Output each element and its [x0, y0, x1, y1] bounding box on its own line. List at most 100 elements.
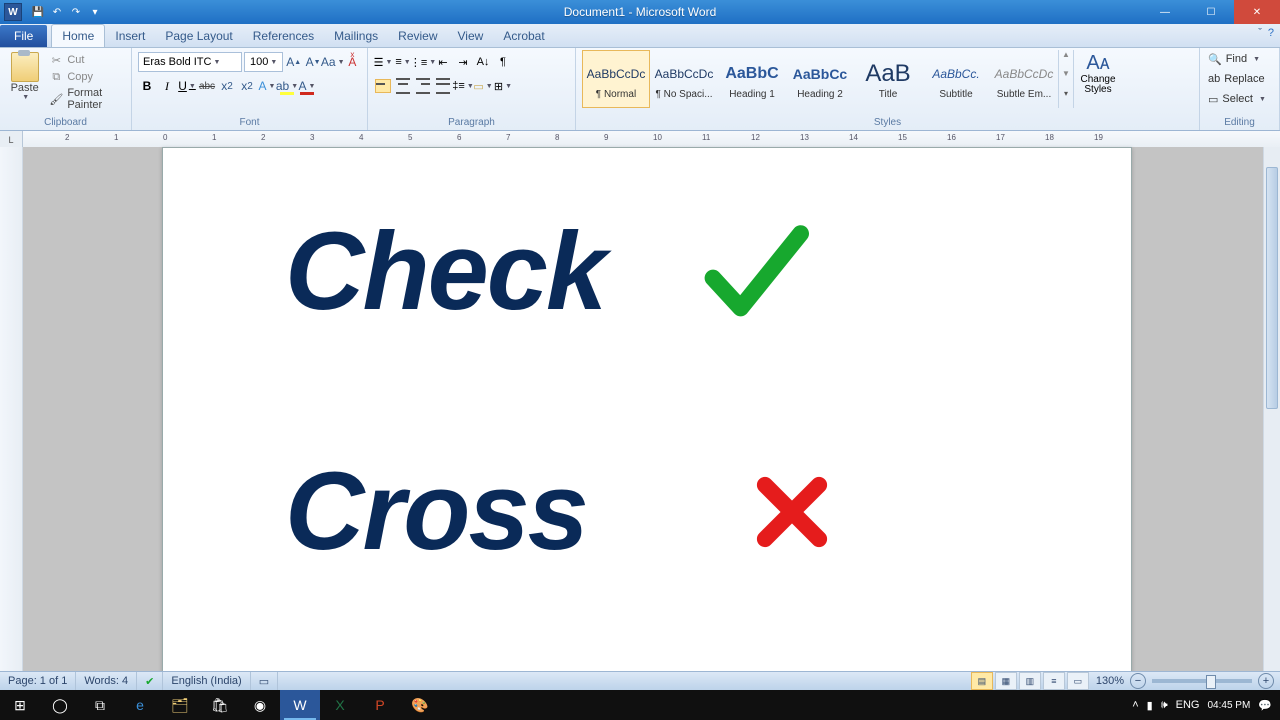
status-proofing[interactable]: ✔: [137, 672, 163, 690]
sort-button[interactable]: A↓: [474, 53, 492, 71]
zoom-slider[interactable]: [1152, 679, 1252, 683]
replace-button[interactable]: abReplace: [1206, 70, 1273, 88]
style-heading2[interactable]: AaBbCcHeading 2: [786, 50, 854, 108]
tab-file[interactable]: File: [0, 25, 47, 47]
multilevel-list-button[interactable]: ⋮≡▼: [414, 53, 432, 71]
print-layout-view[interactable]: ▤: [971, 672, 993, 690]
italic-button[interactable]: I: [158, 76, 176, 96]
paste-button[interactable]: Paste ▼: [6, 50, 43, 108]
chrome-icon[interactable]: ◉: [240, 690, 280, 720]
tray-chevron-icon[interactable]: ˄: [1132, 699, 1138, 711]
superscript-button[interactable]: x2: [238, 76, 256, 96]
outline-view[interactable]: ≡: [1043, 672, 1065, 690]
grow-font-button[interactable]: A▲: [285, 52, 302, 72]
undo-icon[interactable]: ↶: [49, 4, 65, 20]
help-icon[interactable]: ?: [1268, 27, 1274, 39]
close-button[interactable]: ✕: [1234, 0, 1280, 24]
file-explorer-icon[interactable]: 🗂: [160, 690, 200, 720]
tab-view[interactable]: View: [448, 25, 494, 47]
style-subtle-em[interactable]: AaBbCcDcSubtle Em...: [990, 50, 1058, 108]
word-taskbar-icon[interactable]: W: [280, 690, 320, 720]
align-center-button[interactable]: [394, 77, 412, 95]
zoom-level[interactable]: 130%: [1090, 675, 1130, 687]
tray-lang[interactable]: ENG: [1176, 699, 1200, 711]
align-left-button[interactable]: [374, 77, 392, 95]
style-title[interactable]: AaBTitle: [854, 50, 922, 108]
tab-acrobat[interactable]: Acrobat: [493, 25, 554, 47]
cortana-button[interactable]: ◯: [40, 690, 80, 720]
network-icon[interactable]: 🕪: [1161, 699, 1168, 712]
style-heading1[interactable]: AaBbCHeading 1: [718, 50, 786, 108]
bold-button[interactable]: B: [138, 76, 156, 96]
document-page[interactable]: Check Cross: [162, 147, 1132, 709]
vertical-scrollbar[interactable]: [1263, 147, 1280, 702]
strikethrough-button[interactable]: abc: [198, 76, 216, 96]
justify-button[interactable]: [434, 77, 452, 95]
tab-review[interactable]: Review: [388, 25, 447, 47]
status-insert-mode[interactable]: ▭: [251, 672, 278, 690]
paint-icon[interactable]: 🎨: [400, 690, 440, 720]
borders-button[interactable]: ⊞▼: [494, 77, 512, 95]
styles-gallery-scroll[interactable]: ▲▼▾: [1058, 50, 1073, 108]
tab-insert[interactable]: Insert: [105, 25, 155, 47]
powerpoint-icon[interactable]: P: [360, 690, 400, 720]
vertical-ruler[interactable]: [0, 147, 23, 702]
highlight-button[interactable]: ab▼: [278, 76, 296, 96]
bullets-button[interactable]: ☰▼: [374, 53, 392, 71]
start-button[interactable]: ⊞: [0, 690, 40, 720]
shading-button[interactable]: ▭▼: [474, 77, 492, 95]
align-right-button[interactable]: [414, 77, 432, 95]
status-words[interactable]: Words: 4: [76, 672, 137, 690]
status-language[interactable]: English (India): [163, 672, 250, 690]
font-color-button[interactable]: A▼: [298, 76, 316, 96]
styles-gallery[interactable]: AaBbCcDc¶ Normal AaBbCcDc¶ No Spaci... A…: [582, 50, 1073, 108]
qat-customize-icon[interactable]: ▾: [87, 4, 103, 20]
clear-formatting-button[interactable]: Aͯ: [344, 52, 361, 72]
change-case-button[interactable]: Aa▼: [324, 52, 342, 72]
copy-button[interactable]: ⧉Copy: [49, 70, 125, 84]
draft-view[interactable]: ▭: [1067, 672, 1089, 690]
find-button[interactable]: 🔍Find▼: [1206, 50, 1273, 68]
font-name-combo[interactable]: Eras Bold ITC▼: [138, 52, 242, 72]
change-styles-button[interactable]: Aᴀ Change Styles: [1073, 50, 1122, 108]
tab-page-layout[interactable]: Page Layout: [155, 25, 242, 47]
style-no-spacing[interactable]: AaBbCcDc¶ No Spaci...: [650, 50, 718, 108]
web-layout-view[interactable]: ▥: [1019, 672, 1041, 690]
decrease-indent-button[interactable]: ⇤: [434, 53, 452, 71]
zoom-in-button[interactable]: +: [1258, 673, 1274, 689]
excel-icon[interactable]: X: [320, 690, 360, 720]
ribbon-minimize-icon[interactable]: ˇ: [1258, 27, 1262, 39]
zoom-slider-thumb[interactable]: [1206, 675, 1216, 689]
tab-mailings[interactable]: Mailings: [324, 25, 388, 47]
shrink-font-button[interactable]: A▼: [304, 52, 321, 72]
line-spacing-button[interactable]: ‡≡▼: [454, 77, 472, 95]
show-marks-button[interactable]: ¶: [494, 53, 512, 71]
redo-icon[interactable]: ↷: [68, 4, 84, 20]
tab-home[interactable]: Home: [51, 24, 105, 47]
status-page[interactable]: Page: 1 of 1: [0, 672, 76, 690]
cut-button[interactable]: ✂Cut: [49, 53, 125, 67]
task-view-button[interactable]: ⧉: [80, 690, 120, 720]
underline-button[interactable]: U▼: [178, 76, 196, 96]
full-screen-view[interactable]: ▦: [995, 672, 1017, 690]
select-button[interactable]: ▭Select▼: [1206, 90, 1273, 108]
save-icon[interactable]: 💾: [30, 4, 46, 20]
store-icon[interactable]: 🛍: [200, 690, 240, 720]
tray-clock[interactable]: 04:45 PM: [1207, 700, 1250, 711]
format-painter-button[interactable]: 🖌Format Painter: [49, 87, 125, 111]
action-center-icon[interactable]: 💬: [1258, 699, 1272, 712]
text-effects-button[interactable]: A▼: [258, 76, 276, 96]
style-normal[interactable]: AaBbCcDc¶ Normal: [582, 50, 650, 108]
subscript-button[interactable]: x2: [218, 76, 236, 96]
scroll-thumb[interactable]: [1266, 167, 1278, 409]
minimize-button[interactable]: —: [1142, 0, 1188, 24]
font-size-combo[interactable]: 100▼: [244, 52, 283, 72]
tab-references[interactable]: References: [243, 25, 324, 47]
battery-icon[interactable]: ▮: [1147, 699, 1153, 712]
style-subtitle[interactable]: AaBbCc.Subtitle: [922, 50, 990, 108]
zoom-out-button[interactable]: −: [1130, 673, 1146, 689]
paste-icon: [11, 52, 39, 82]
maximize-button[interactable]: ☐: [1188, 0, 1234, 24]
edge-icon[interactable]: e: [120, 690, 160, 720]
increase-indent-button[interactable]: ⇥: [454, 53, 472, 71]
